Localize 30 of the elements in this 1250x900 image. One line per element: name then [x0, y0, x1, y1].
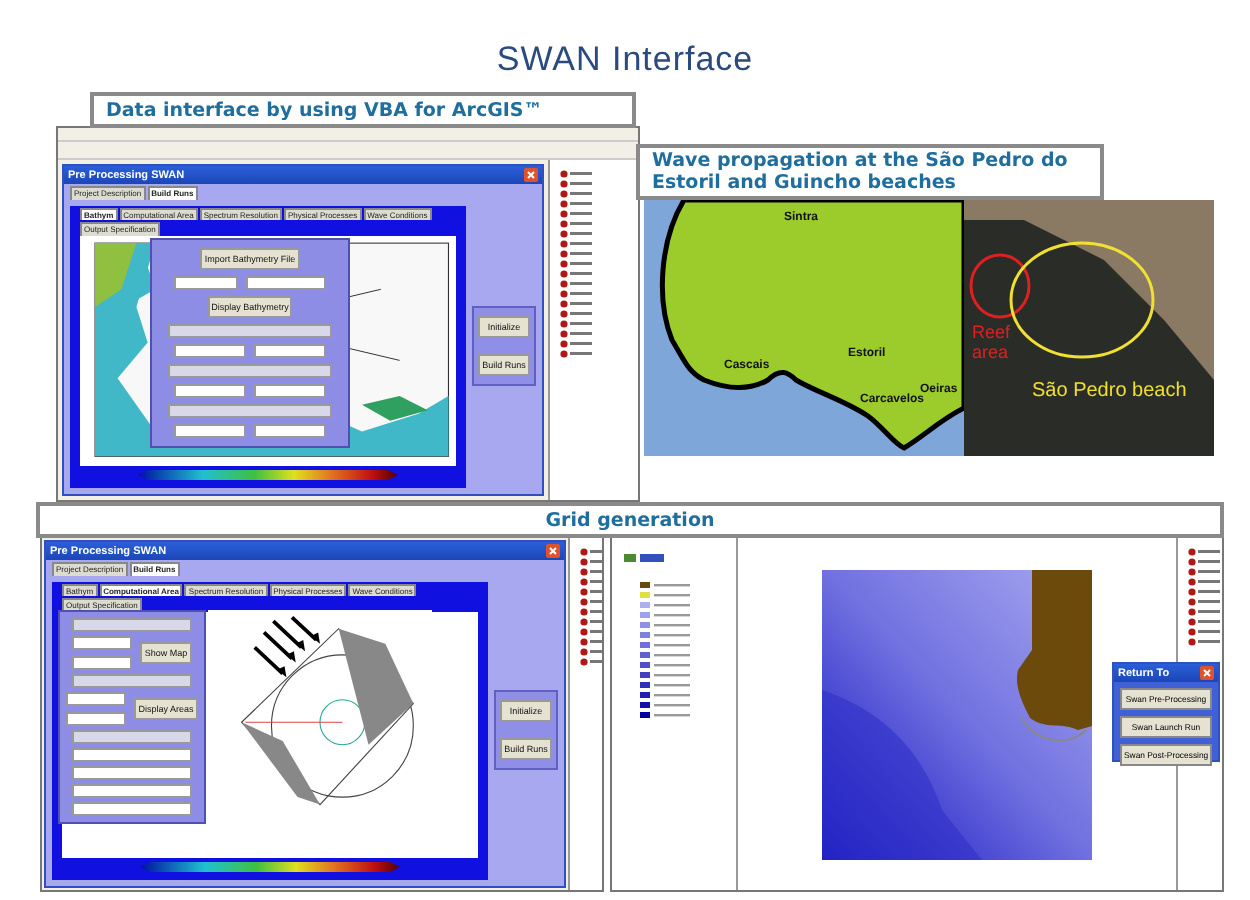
label-bar — [72, 729, 192, 743]
input-field[interactable] — [72, 765, 192, 779]
input-field[interactable] — [72, 635, 133, 649]
photo-label: São Pedro beach — [1032, 380, 1189, 402]
close-icon[interactable] — [1200, 666, 1214, 680]
caption: Wave propagation at the São Pedro do Estoril and Guincho beaches — [652, 150, 1070, 194]
input-field[interactable] — [246, 275, 326, 289]
input-field[interactable] — [174, 423, 246, 437]
input-field[interactable] — [66, 691, 127, 705]
caption: Grid generation — [545, 509, 715, 531]
reef-circle-icon — [968, 252, 1032, 320]
input-field[interactable] — [72, 801, 192, 815]
input-field[interactable] — [254, 343, 326, 357]
input-field[interactable] — [72, 747, 192, 761]
input-field[interactable] — [72, 655, 133, 669]
input-field[interactable] — [174, 383, 246, 397]
close-icon[interactable] — [546, 544, 560, 558]
input-field[interactable] — [72, 783, 192, 797]
slide-title: SWAN Interface — [496, 40, 754, 80]
input-field[interactable] — [174, 275, 238, 289]
input-field[interactable] — [254, 383, 326, 397]
input-field[interactable] — [66, 711, 127, 725]
close-icon[interactable] — [524, 168, 538, 182]
label-bar — [72, 617, 192, 631]
input-field[interactable] — [254, 423, 326, 437]
input-field[interactable] — [174, 343, 246, 357]
caption: Data interface by using VBA for ArcGIS™ — [106, 99, 543, 121]
photo-label: Reef area — [972, 324, 1013, 364]
label-bar — [72, 673, 192, 687]
beach-circle-icon — [1008, 240, 1156, 360]
